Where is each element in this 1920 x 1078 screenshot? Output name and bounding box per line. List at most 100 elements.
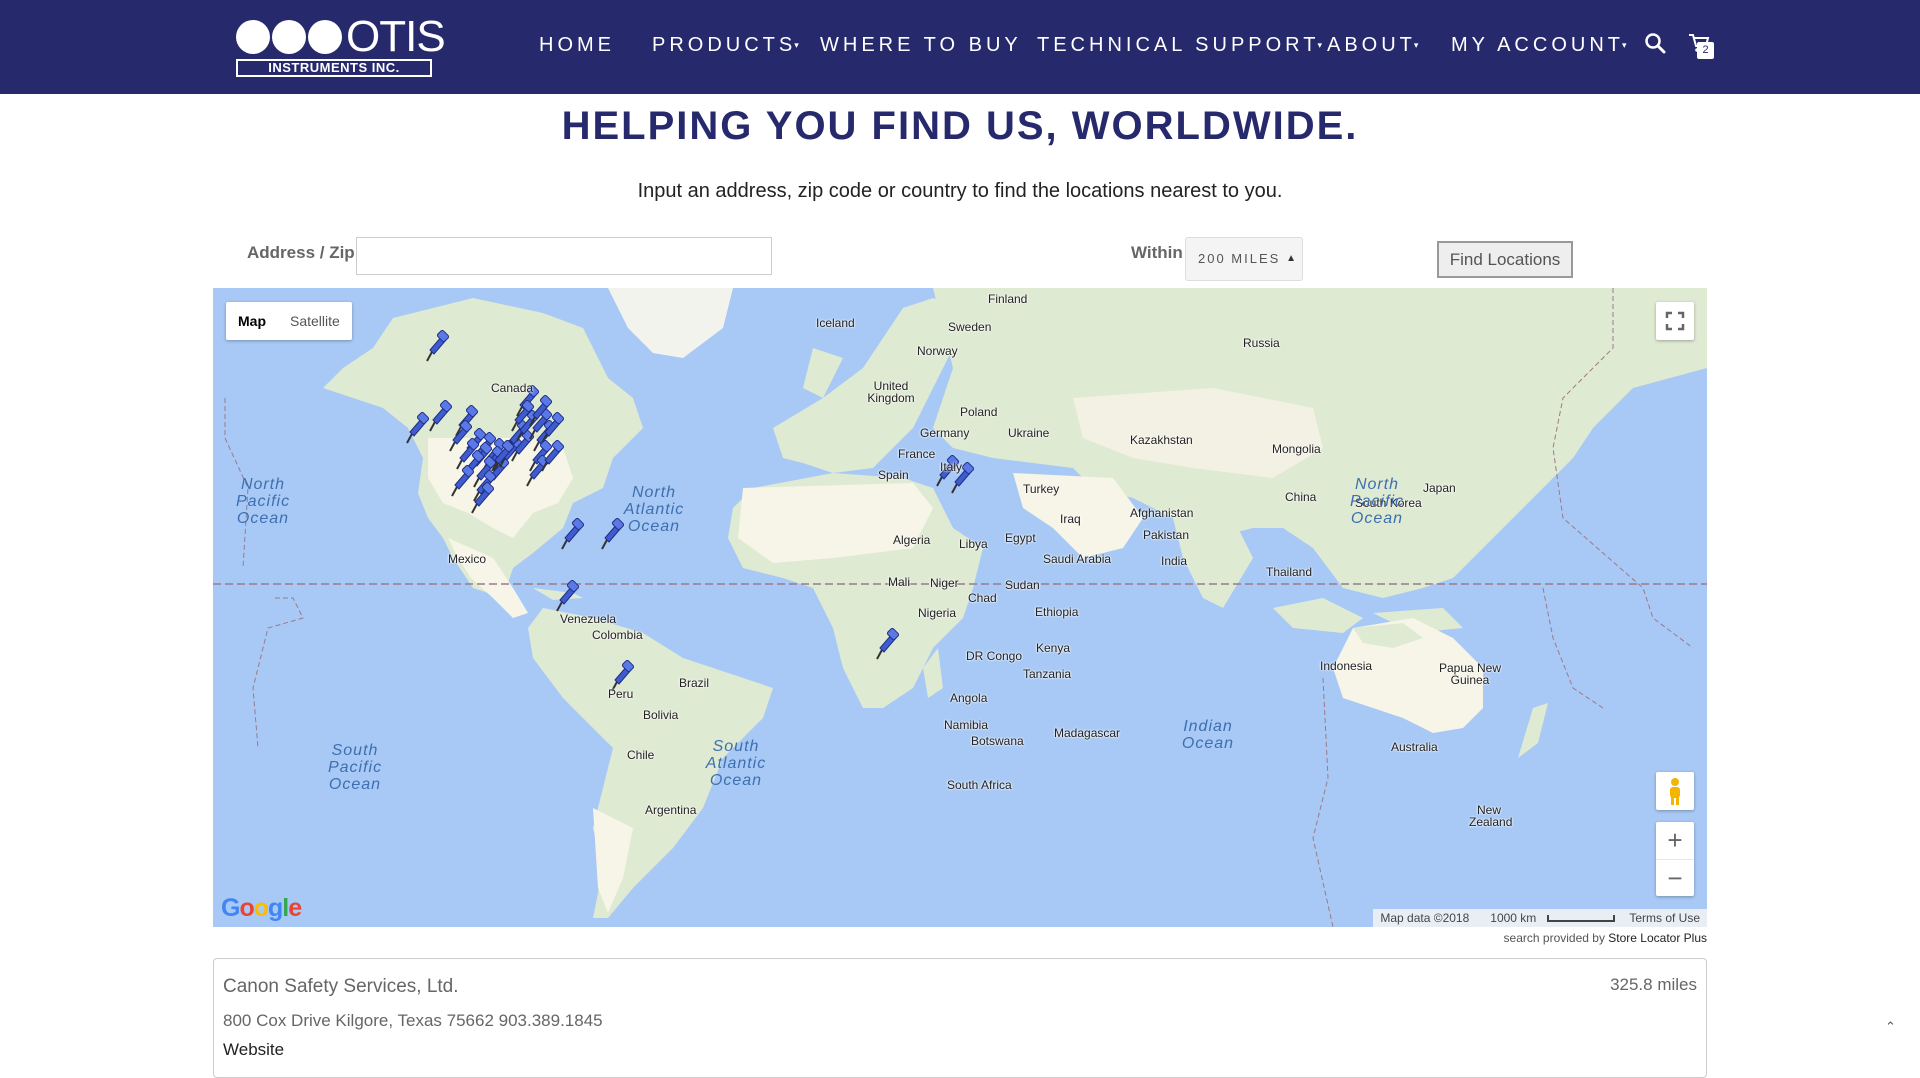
map-attribution: Map data ©2018 1000 km Terms of Use <box>1373 909 1707 927</box>
pushpin-marker-icon[interactable] <box>535 440 565 474</box>
country-label: Ukraine <box>1008 426 1050 440</box>
map-scale[interactable]: 1000 km <box>1476 911 1622 925</box>
country-label: Libya <box>959 537 988 551</box>
street-view-pegman-icon[interactable] <box>1656 772 1694 810</box>
country-label: DR Congo <box>966 649 1023 663</box>
nav-products[interactable]: PRODUCTS▾ <box>652 34 799 57</box>
pushpin-marker-icon[interactable] <box>523 395 553 429</box>
country-label: Iceland <box>816 316 855 330</box>
country-label: Ethiopia <box>1035 605 1079 619</box>
country-label: Papua New Guinea <box>1438 661 1502 687</box>
back-to-top-icon[interactable]: ⌃ <box>1885 1019 1896 1035</box>
country-label: India <box>1161 554 1188 568</box>
radius-select-value: 200 MILES <box>1198 251 1281 266</box>
country-label: Peru <box>608 687 634 701</box>
country-label: Indonesia <box>1320 659 1373 673</box>
logo-circles <box>236 18 344 56</box>
country-label: Mali <box>888 575 911 589</box>
address-label: Address / Zip <box>247 243 355 262</box>
country-label: Russia <box>1243 336 1280 350</box>
nav-where-to-buy[interactable]: WHERE TO BUY <box>820 34 1022 57</box>
location-distance: 325.8 miles <box>1610 975 1697 994</box>
map-data-text: Map data ©2018 <box>1380 911 1470 925</box>
ocean-label: North Pacific Ocean <box>1349 476 1405 527</box>
location-result-card: Canon Safety Services, Ltd. 325.8 miles … <box>213 958 1707 1078</box>
country-label: Italy <box>940 460 963 474</box>
country-label: Sweden <box>948 320 992 334</box>
map-type-map-button[interactable]: Map <box>226 302 278 340</box>
country-label: Kazakhstan <box>1130 433 1193 447</box>
ocean-label: South Pacific Ocean <box>327 742 383 793</box>
zoom-out-icon[interactable]: − <box>1656 859 1694 896</box>
country-label: South Africa <box>947 778 1012 792</box>
pushpin-marker-icon[interactable] <box>445 465 475 499</box>
ocean-label: Indian Ocean <box>1181 718 1235 752</box>
pushpin-marker-icon[interactable] <box>870 628 900 662</box>
country-label: Pakistan <box>1143 528 1190 542</box>
country-label: Canada <box>491 381 534 395</box>
zoom-in-icon[interactable]: + <box>1656 822 1694 859</box>
country-label: Egypt <box>1005 531 1036 545</box>
country-label: Turkey <box>1023 482 1060 496</box>
google-logo: Google <box>221 894 302 922</box>
map-type-satellite-button[interactable]: Satellite <box>278 302 352 340</box>
chevron-down-icon: ▾ <box>794 40 799 51</box>
country-label: Brazil <box>679 676 710 690</box>
ocean-label: South Atlantic Ocean <box>705 738 767 789</box>
country-label: Tanzania <box>1023 667 1072 681</box>
provided-by-text: search provided by Store Locator Plus <box>1504 931 1707 945</box>
nav-technical-support[interactable]: TECHNICAL SUPPORT▾ <box>1037 34 1322 57</box>
address-input[interactable] <box>356 237 772 275</box>
nav-technical-support-label: TECHNICAL SUPPORT <box>1037 34 1320 56</box>
chevron-down-icon: ▾ <box>1413 40 1419 51</box>
nav-where-to-buy-label: WHERE TO BUY <box>820 34 1022 56</box>
nav-my-account-label: MY ACCOUNT <box>1451 34 1624 56</box>
country-label: Chad <box>968 591 997 605</box>
country-label: Venezuela <box>560 612 617 626</box>
country-label: Mexico <box>448 552 487 566</box>
country-label: Botswana <box>971 734 1024 748</box>
country-label: Namibia <box>944 718 989 732</box>
pushpin-marker-icon[interactable] <box>555 518 585 552</box>
country-label: Saudi Arabia <box>1043 552 1112 566</box>
location-website-link[interactable]: Website <box>223 1040 284 1060</box>
nav-home-label: HOME <box>539 34 615 56</box>
nav-my-account[interactable]: MY ACCOUNT▾ <box>1451 34 1627 57</box>
country-label: Kenya <box>1036 641 1071 655</box>
zoom-control: + − <box>1656 822 1694 896</box>
within-label: Within <box>1131 243 1183 262</box>
country-label: Chile <box>627 748 655 762</box>
nav-home[interactable]: HOME <box>539 34 615 57</box>
location-name: Canon Safety Services, Ltd. <box>223 976 459 997</box>
fullscreen-icon[interactable] <box>1656 302 1694 340</box>
radius-select[interactable]: 200 MILES ▲ <box>1185 237 1303 281</box>
search-icon[interactable] <box>1644 32 1666 59</box>
find-locations-button[interactable]: Find Locations <box>1437 241 1573 278</box>
country-label: Argentina <box>645 803 697 817</box>
country-label: Angola <box>950 691 988 705</box>
country-label: New Zealand <box>1469 803 1513 829</box>
store-locator-plus-link[interactable]: Store Locator Plus <box>1608 931 1707 945</box>
pushpin-marker-icon[interactable] <box>485 440 515 474</box>
country-label: Spain <box>878 468 909 482</box>
country-label: France <box>898 447 936 461</box>
otis-logo[interactable]: OTIS INSTRUMENTS INC. <box>236 12 446 78</box>
pushpin-marker-icon[interactable] <box>550 580 580 614</box>
country-label: Iraq <box>1060 512 1081 526</box>
country-label: Poland <box>960 405 998 419</box>
nav-about[interactable]: ABOUT▾ <box>1327 34 1418 57</box>
country-label: Germany <box>920 426 970 440</box>
map-type-control: Map Satellite <box>226 302 352 340</box>
provided-prefix: search provided by <box>1503 931 1605 945</box>
nav-about-label: ABOUT <box>1327 34 1416 56</box>
ocean-label: North Pacific Ocean <box>235 476 291 527</box>
chevron-down-icon: ▾ <box>1621 40 1627 51</box>
world-map-graphic <box>213 288 1707 927</box>
country-label: United Kingdom <box>867 379 915 405</box>
locations-map[interactable]: Finland Iceland Sweden Norway Russia Can… <box>213 288 1707 927</box>
pushpin-marker-icon[interactable] <box>420 330 450 364</box>
top-navigation-bar: OTIS INSTRUMENTS INC. HOME PRODUCTS▾ WHE… <box>0 0 1920 94</box>
terms-of-use-link[interactable]: Terms of Use <box>1622 911 1707 925</box>
country-label: Japan <box>1423 481 1456 495</box>
country-label: Nigeria <box>918 606 957 620</box>
